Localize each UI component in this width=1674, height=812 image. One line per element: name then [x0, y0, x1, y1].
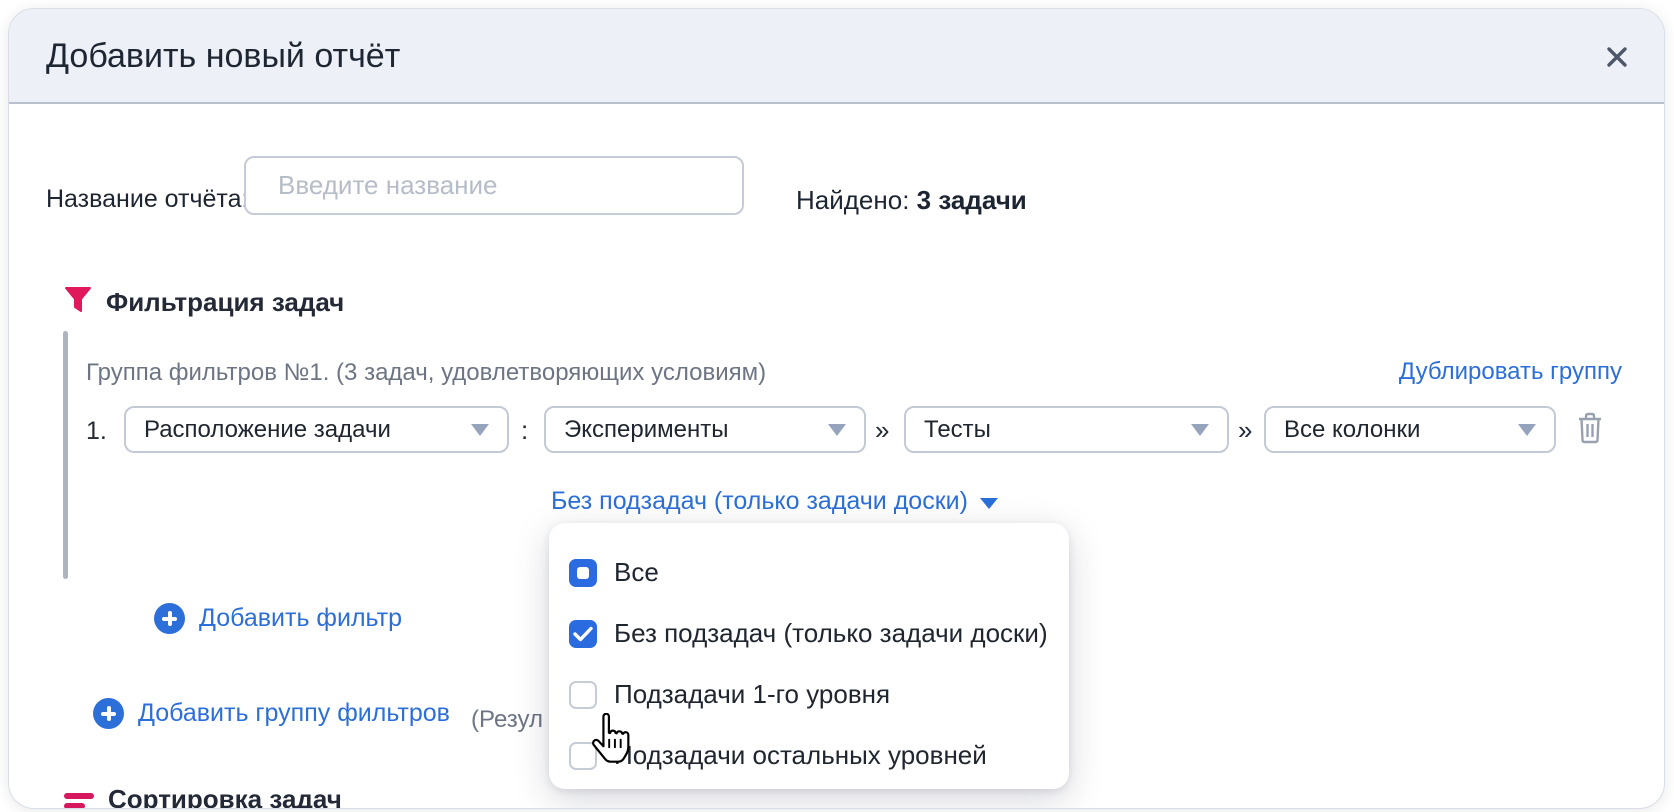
- result-hint-text: (Резул: [471, 706, 543, 733]
- add-filter-button[interactable]: Добавить фильтр: [154, 603, 402, 634]
- found-counter: Найдено: 3 задачи: [796, 185, 1027, 216]
- option-subtasks-other-levels[interactable]: Подзадачи остальных уровней: [569, 725, 1049, 786]
- add-report-modal: Добавить новый отчёт Название отчёта: На…: [8, 8, 1665, 809]
- filter-row-index: 1.: [86, 417, 107, 445]
- modal-header: Добавить новый отчёт: [9, 9, 1664, 104]
- separator-colon: :: [521, 415, 529, 445]
- plus-icon: [154, 603, 185, 634]
- subtask-options-dropdown: Все Без подзадач (только задачи доски) П…: [549, 523, 1069, 789]
- chevron-down-icon: [1518, 423, 1536, 436]
- filter-group-header: Группа фильтров №1. (3 задач, удовлетвор…: [86, 359, 767, 386]
- checkbox-unchecked-icon[interactable]: [569, 680, 597, 709]
- subtask-filter-link[interactable]: Без подзадач (только задачи доски): [551, 487, 998, 516]
- sort-section-header: Сортировка задач: [64, 784, 342, 809]
- close-button[interactable]: [1600, 42, 1634, 76]
- separator-chevron: »: [875, 415, 890, 445]
- chevron-down-icon: [1191, 423, 1209, 436]
- modal-title: Добавить новый отчёт: [46, 37, 401, 75]
- found-label: Найдено:: [796, 185, 910, 215]
- sort-section-title: Сортировка задач: [108, 784, 342, 809]
- found-value: 3 задачи: [916, 185, 1027, 215]
- select-group[interactable]: Тесты: [904, 406, 1229, 453]
- filter-section-title: Фильтрация задач: [106, 286, 345, 317]
- option-no-subtasks[interactable]: Без подзадач (только задачи доски): [569, 603, 1049, 664]
- option-subtasks-level1[interactable]: Подзадачи 1-го уровня: [569, 664, 1049, 725]
- delete-filter-button[interactable]: [1576, 411, 1606, 447]
- option-all[interactable]: Все: [569, 542, 1049, 603]
- chevron-down-icon: [979, 497, 998, 509]
- filter-section-header: Фильтрация задач: [64, 286, 344, 318]
- chevron-down-icon: [828, 423, 846, 436]
- select-columns[interactable]: Все колонки: [1264, 406, 1556, 453]
- select-task-location[interactable]: Расположение задачи: [124, 406, 509, 453]
- report-name-input[interactable]: [244, 156, 744, 215]
- sort-icon: [64, 791, 94, 808]
- checkbox-indeterminate-icon[interactable]: [569, 558, 597, 587]
- select-board[interactable]: Эксперименты: [544, 406, 866, 453]
- filter-funnel-icon: [64, 286, 92, 318]
- close-icon: [1605, 45, 1629, 74]
- trash-icon: [1576, 412, 1604, 449]
- checkbox-checked-icon[interactable]: [569, 619, 597, 648]
- checkbox-unchecked-icon[interactable]: [569, 741, 597, 770]
- report-name-label: Название отчёта:: [46, 185, 249, 213]
- duplicate-group-link[interactable]: Дублировать группу: [1399, 358, 1622, 386]
- chevron-down-icon: [471, 423, 489, 436]
- add-filter-group-button[interactable]: Добавить группу фильтров: [93, 698, 450, 729]
- separator-chevron: »: [1238, 415, 1253, 445]
- filter-group-rail: [63, 331, 68, 579]
- plus-icon: [93, 698, 124, 729]
